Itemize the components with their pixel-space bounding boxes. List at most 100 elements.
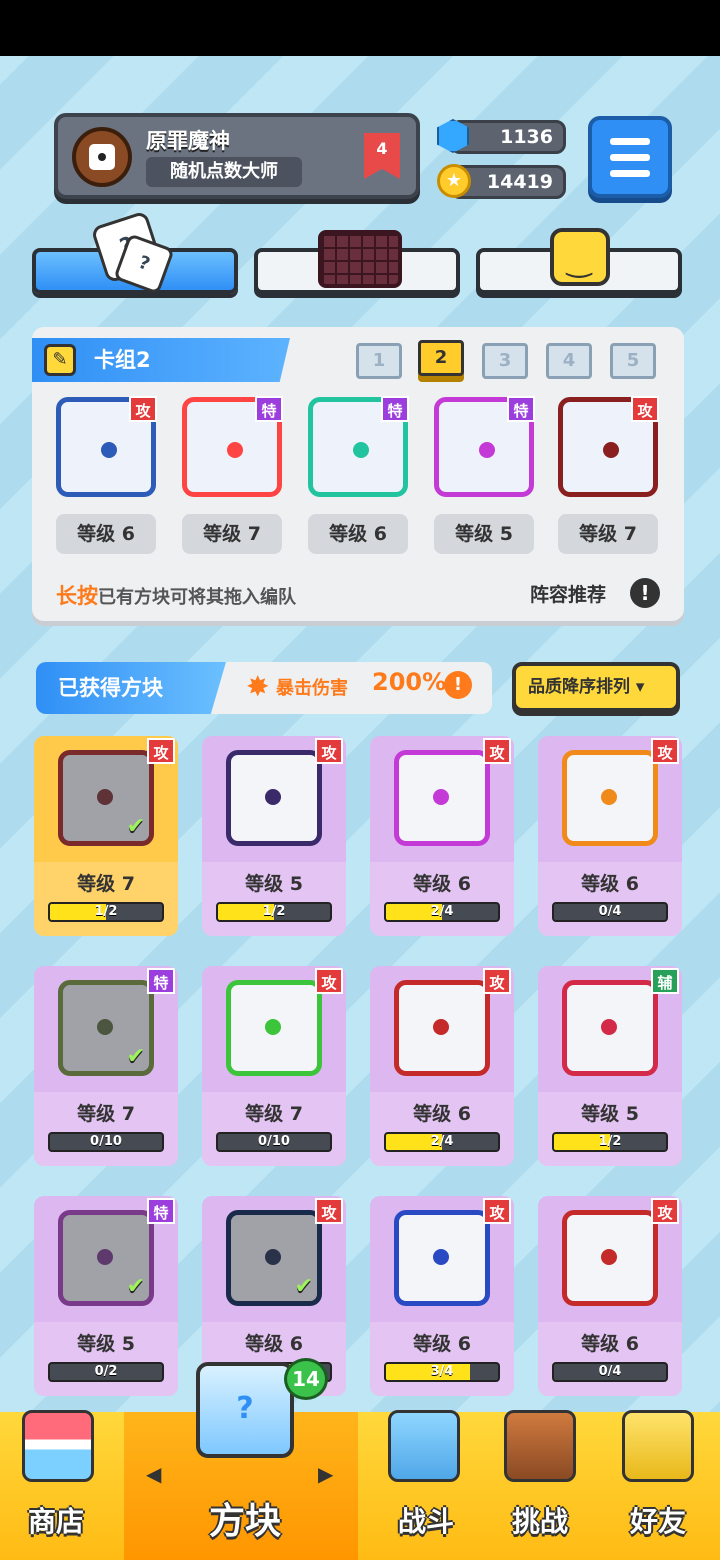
deck-tab-2[interactable]: 2: [418, 340, 464, 376]
progress-text: 0/4: [598, 1364, 622, 1379]
block-level: 等级 7: [245, 1103, 303, 1125]
progress-text: 1/2: [598, 1134, 622, 1149]
bottom-nav: [0, 1412, 720, 1560]
crit-info-icon[interactable]: !: [444, 671, 472, 699]
block-card[interactable]: 攻等级 6 2/4: [370, 736, 514, 936]
arrow-right-icon[interactable]: ▶: [318, 1462, 333, 1486]
block-level: 等级 7: [77, 873, 135, 895]
sort-button[interactable]: 品质降序排列 ▾: [512, 662, 680, 712]
block-card[interactable]: ✔ 特等级 5 0/2: [34, 1196, 178, 1396]
upgrade-progress-bar: 2/4: [384, 902, 500, 922]
block-art-icon: ✔: [58, 750, 154, 846]
block-art-icon: ✔: [58, 1210, 154, 1306]
profile-panel[interactable]: 原罪魔神 随机点数大师 4: [54, 113, 420, 199]
deck-slot[interactable]: 攻: [558, 396, 659, 497]
block-art-icon: [562, 750, 658, 846]
deck-tab-3[interactable]: 3: [482, 343, 528, 379]
dice-pip-icon: [101, 442, 117, 458]
deck-slot-level: 等级 6: [308, 514, 408, 554]
block-card[interactable]: 攻等级 6 2/4: [370, 966, 514, 1166]
block-level: 等级 6: [245, 1333, 303, 1355]
nav-blocks-label[interactable]: 方块: [190, 1492, 300, 1544]
pencil-icon[interactable]: ✎: [44, 344, 76, 376]
player-name: 原罪魔神: [146, 129, 230, 153]
lineup-recommend-label[interactable]: 阵容推荐: [530, 580, 606, 607]
block-level: 等级 5: [245, 873, 303, 895]
progress-text: 0/10: [258, 1134, 290, 1149]
block-level: 等级 6: [413, 873, 471, 895]
progress-text: 0/4: [598, 904, 622, 919]
deck-tab-1[interactable]: 1: [356, 343, 402, 379]
challenge-icon[interactable]: [504, 1410, 576, 1482]
progress-text: 0/2: [94, 1364, 118, 1379]
block-card[interactable]: ✔ 攻等级 7 1/2: [34, 736, 178, 936]
type-tag: 攻: [483, 968, 511, 994]
check-icon: ✔: [126, 1274, 145, 1299]
check-icon: ✔: [294, 1274, 313, 1299]
smile-emote-icon: [550, 228, 610, 286]
crit-damage-value: 200%: [372, 668, 447, 696]
deck-tab-4[interactable]: 4: [546, 343, 592, 379]
block-level: 等级 6: [413, 1333, 471, 1355]
progress-text: 2/4: [430, 1134, 454, 1149]
blocks-badge: 14: [284, 1358, 328, 1400]
info-icon[interactable]: !: [630, 578, 660, 608]
dice-pip-icon: [601, 1249, 617, 1265]
deck-slot-level: 等级 6: [56, 514, 156, 554]
type-tag: 攻: [483, 738, 511, 764]
block-level: 等级 5: [581, 1103, 639, 1125]
dice-pip-icon: [479, 442, 495, 458]
block-art-icon: [562, 1210, 658, 1306]
block-card[interactable]: 攻等级 7 0/10: [202, 966, 346, 1166]
block-level: 等级 5: [77, 1333, 135, 1355]
dice-pip-icon: [353, 442, 369, 458]
type-tag: 攻: [147, 738, 175, 764]
nav-shop-label[interactable]: 商店: [20, 1500, 92, 1540]
block-card[interactable]: ✔ 特等级 7 0/10: [34, 966, 178, 1166]
deck-slot-level: 等级 7: [558, 514, 658, 554]
block-card[interactable]: 攻等级 5 1/2: [202, 736, 346, 936]
dice-pip-icon: [265, 789, 281, 805]
upgrade-progress-bar: 0/4: [552, 1362, 668, 1382]
player-title: 随机点数大师: [146, 157, 302, 187]
block-level: 等级 6: [581, 1333, 639, 1355]
nav-battle-label[interactable]: 战斗: [388, 1500, 464, 1540]
type-tag: 特: [147, 1198, 175, 1224]
block-card[interactable]: 辅等级 5 1/2: [538, 966, 682, 1166]
block-card[interactable]: 攻等级 6 3/4: [370, 1196, 514, 1396]
nav-friends-label[interactable]: 好友: [622, 1500, 694, 1540]
avatar: [72, 127, 132, 187]
deck-slot[interactable]: 特: [434, 396, 535, 497]
block-art-icon: [226, 980, 322, 1076]
dice-pip-icon: [601, 789, 617, 805]
dice-pip-icon: [227, 442, 243, 458]
type-tag: 特: [381, 396, 409, 422]
rank-number: 4: [376, 139, 388, 158]
progress-text: 3/4: [430, 1364, 454, 1379]
friends-icon[interactable]: [622, 1410, 694, 1482]
battle-icon[interactable]: [388, 1410, 460, 1482]
deck-slot-level: 等级 5: [434, 514, 534, 554]
blocks-box-icon[interactable]: ?: [196, 1362, 294, 1458]
check-icon: ✔: [126, 814, 145, 839]
upgrade-progress-bar: 1/2: [48, 902, 164, 922]
menu-button[interactable]: [588, 116, 672, 198]
block-art-icon: ✔: [58, 980, 154, 1076]
nav-challenge-label[interactable]: 挑战: [504, 1500, 576, 1540]
shop-icon[interactable]: [22, 1410, 94, 1482]
block-card[interactable]: 攻等级 6 0/4: [538, 736, 682, 936]
type-tag: 攻: [631, 396, 659, 422]
dice-pip-icon: [603, 442, 619, 458]
progress-text: 0/10: [90, 1134, 122, 1149]
dice-pip-icon: [433, 1249, 449, 1265]
arrow-left-icon[interactable]: ◀: [146, 1462, 161, 1486]
block-level: 等级 6: [581, 873, 639, 895]
block-art-icon: [226, 750, 322, 846]
deck-slot[interactable]: 特: [308, 396, 409, 497]
progress-text: 1/2: [94, 904, 118, 919]
deck-slot[interactable]: 特: [182, 396, 283, 497]
deck-tab-5[interactable]: 5: [610, 343, 656, 379]
deck-slot[interactable]: 攻: [56, 396, 157, 497]
rank-ribbon-icon: 4: [364, 133, 400, 179]
block-card[interactable]: 攻等级 6 0/4: [538, 1196, 682, 1396]
